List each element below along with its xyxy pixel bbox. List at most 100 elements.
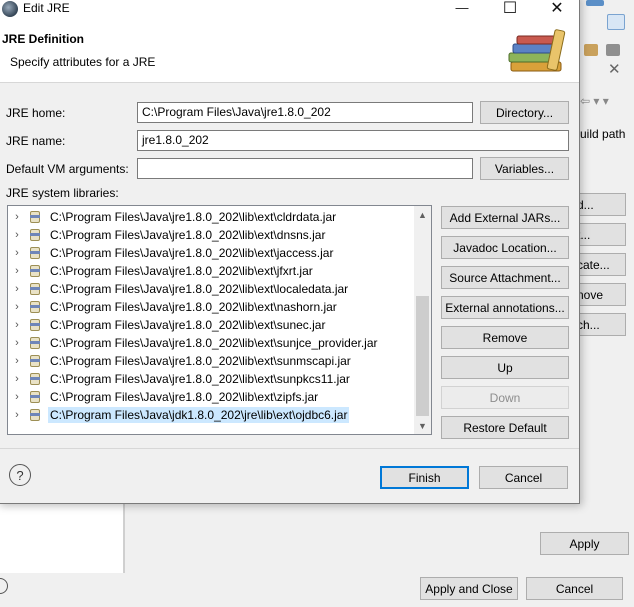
expand-chevron-icon[interactable]: › (8, 373, 26, 385)
directory-button[interactable]: Directory... (480, 101, 569, 124)
library-path: C:\Program Files\Java\jre1.8.0_202\lib\e… (50, 210, 337, 224)
dialog-header: JRE Definition Specify attributes for a … (0, 20, 579, 83)
eclipse-icon (2, 1, 18, 17)
edit-jre-dialog: Edit JRE — ☐ ✕ JRE Definition Specify at… (0, 0, 580, 504)
jar-icon (28, 282, 42, 296)
bg-edit-button[interactable]: t... (572, 223, 626, 246)
libraries-tree[interactable]: › C:\Program Files\Java\jdk1.8.0_202\jre\… (7, 205, 432, 435)
apply-and-close-button[interactable]: Apply and Close (420, 577, 518, 600)
scroll-up-icon[interactable]: ▲ (414, 206, 431, 223)
close-icon[interactable]: ✕ (534, 0, 580, 20)
close-view-icon[interactable]: ✕ (608, 60, 621, 78)
bg-remove-button[interactable]: nove (572, 283, 626, 306)
library-path: C:\Program Files\Java\jre1.8.0_202\lib\e… (50, 264, 313, 278)
jar-icon (28, 390, 42, 404)
expand-chevron-icon[interactable]: › (8, 211, 26, 223)
jar-icon (28, 354, 42, 368)
restore-default-button[interactable]: Restore Default (441, 416, 569, 439)
scroll-thumb[interactable] (416, 296, 429, 416)
title-bar[interactable]: Edit JRE — ☐ ✕ (0, 0, 579, 20)
apply-button[interactable]: Apply (540, 532, 629, 555)
library-path: C:\Program Files\Java\jre1.8.0_202\lib\e… (50, 354, 351, 368)
library-row[interactable]: › C:\Program Files\Java\jre1.8.0_202\lib\… (8, 352, 416, 370)
library-path: C:\Program Files\Java\jdk1.8.0_202\jre\l… (48, 407, 350, 423)
vm-args-field[interactable] (137, 158, 473, 179)
books-icon (508, 29, 566, 72)
jar-icon (28, 264, 42, 278)
jre-name-field[interactable]: jre1.8.0_202 (137, 130, 569, 151)
library-path: C:\Program Files\Java\jre1.8.0_202\lib\e… (50, 390, 319, 404)
variables-button[interactable]: Variables... (480, 157, 569, 180)
expand-chevron-icon[interactable]: › (8, 391, 26, 403)
bg-search-button[interactable]: ch... (572, 313, 626, 336)
expand-chevron-icon[interactable]: › (8, 283, 26, 295)
library-row[interactable]: › C:\Program Files\Java\jre1.8.0_202\lib\… (8, 334, 416, 352)
expand-chevron-icon[interactable]: › (8, 301, 26, 313)
library-path: C:\Program Files\Java\jre1.8.0_202\lib\e… (50, 282, 349, 296)
cancel-button[interactable]: Cancel (479, 466, 568, 489)
library-row[interactable]: › C:\Program Files\Java\jre1.8.0_202\lib\… (8, 388, 416, 406)
expand-chevron-icon[interactable]: › (8, 319, 26, 331)
expand-chevron-icon[interactable]: › (8, 337, 26, 349)
library-row[interactable]: › C:\Program Files\Java\jre1.8.0_202\lib\… (8, 208, 416, 226)
bg-tree-area (0, 503, 124, 573)
build-path-label: uild path (580, 127, 626, 141)
jar-icon (28, 318, 42, 332)
jar-icon (28, 300, 42, 314)
dialog-title: Edit JRE (23, 1, 70, 15)
javadoc-location-button[interactable]: Javadoc Location... (441, 236, 569, 259)
toolbar-icon[interactable] (586, 0, 604, 6)
jar-icon (28, 210, 42, 224)
library-path: C:\Program Files\Java\jre1.8.0_202\lib\e… (50, 318, 326, 332)
maximize-icon[interactable]: ☐ (487, 0, 533, 20)
bg-cancel-button[interactable]: Cancel (526, 577, 623, 600)
jar-icon (28, 408, 42, 422)
bg-add-button[interactable]: d... (572, 193, 626, 216)
library-row[interactable]: › C:\Program Files\Java\jre1.8.0_202\lib\… (8, 370, 416, 388)
header-subtitle: Specify attributes for a JRE (10, 55, 156, 69)
finish-button[interactable]: Finish (380, 466, 469, 489)
bg-duplicate-button[interactable]: cate... (572, 253, 626, 276)
library-path: C:\Program Files\Java\jre1.8.0_202\lib\e… (50, 228, 326, 242)
help-icon[interactable]: ? (9, 464, 31, 486)
expand-chevron-icon[interactable]: › (8, 229, 26, 241)
jar-icon (28, 336, 42, 350)
external-annotations-button[interactable]: External annotations... (441, 296, 569, 319)
expand-chevron-icon[interactable]: › (8, 247, 26, 259)
down-button: Down (441, 386, 569, 409)
expand-chevron-icon[interactable]: › (8, 265, 26, 277)
jre-home-label: JRE home: (6, 106, 66, 120)
libraries-label: JRE system libraries: (6, 186, 119, 200)
library-row[interactable]: › C:\Program Files\Java\jre1.8.0_202\lib\… (8, 316, 416, 334)
remove-button[interactable]: Remove (441, 326, 569, 349)
library-row[interactable]: › C:\Program Files\Java\jre1.8.0_202\lib\… (8, 244, 416, 262)
library-row[interactable]: › C:\Program Files\Java\jre1.8.0_202\lib\… (8, 280, 416, 298)
hierarchy-icon[interactable] (607, 14, 625, 30)
header-title: JRE Definition (2, 32, 85, 46)
library-path: C:\Program Files\Java\jre1.8.0_202\lib\e… (50, 300, 337, 314)
scroll-down-icon[interactable]: ▼ (414, 417, 431, 434)
library-row[interactable]: › C:\Program Files\Java\jre1.8.0_202\lib\… (8, 262, 416, 280)
jre-home-field[interactable]: C:\Program Files\Java\jre1.8.0_202 (137, 102, 473, 123)
up-button[interactable]: Up (441, 356, 569, 379)
vm-args-label: Default VM arguments: (6, 162, 129, 176)
source-attachment-button[interactable]: Source Attachment... (441, 266, 569, 289)
nav-arrows-icon[interactable]: ⇦ ▾ ▾ (580, 94, 609, 108)
add-external-jars-button[interactable]: Add External JARs... (441, 206, 569, 229)
jar-icon (28, 372, 42, 386)
help-icon-partial[interactable] (0, 578, 8, 594)
library-row[interactable]: › C:\Program Files\Java\jre1.8.0_202\lib\… (8, 226, 416, 244)
jar-icon (28, 246, 42, 260)
expand-chevron-icon[interactable]: › (8, 409, 26, 421)
jar-icon (28, 228, 42, 242)
bg-divider (124, 503, 125, 573)
library-row[interactable]: › C:\Program Files\Java\jre1.8.0_202\lib\… (8, 298, 416, 316)
view-icon (606, 44, 620, 56)
package-icon (584, 44, 598, 56)
library-path: C:\Program Files\Java\jre1.8.0_202\lib\e… (50, 372, 350, 386)
library-path: C:\Program Files\Java\jre1.8.0_202\lib\e… (50, 336, 378, 350)
vertical-scrollbar[interactable]: ▲ ▼ (414, 206, 431, 434)
minimize-icon[interactable]: — (439, 0, 485, 20)
expand-chevron-icon[interactable]: › (8, 355, 26, 367)
library-row[interactable]: › C:\Program Files\Java\jdk1.8.0_202\jre\… (8, 406, 416, 424)
